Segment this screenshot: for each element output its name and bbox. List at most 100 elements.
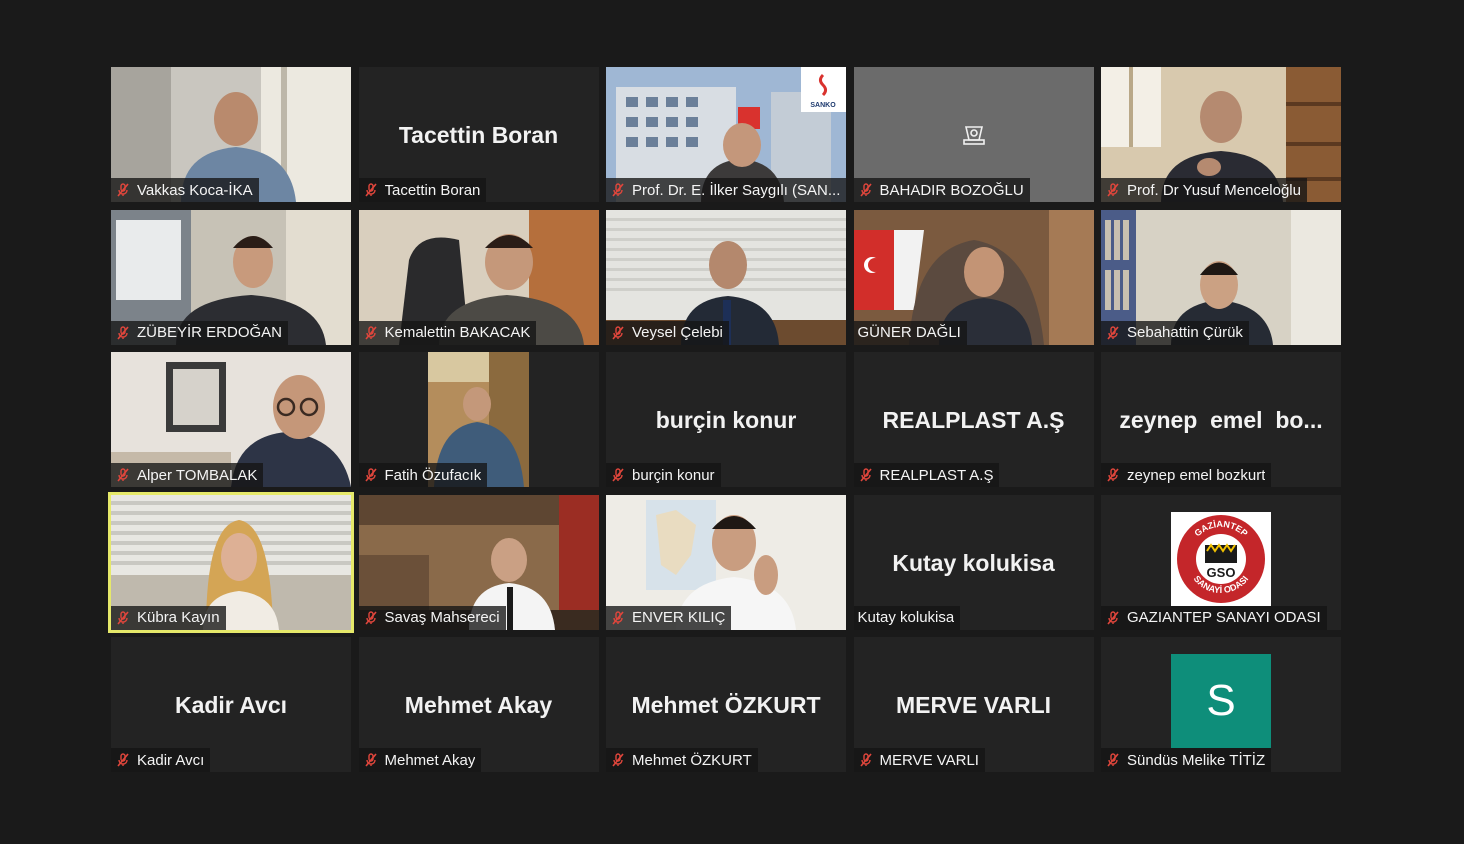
avatar: S — [1171, 654, 1271, 748]
participant-big-name: zeynep emel bo... — [1119, 407, 1323, 433]
participant-tile[interactable]: Veysel Çelebi — [606, 209, 846, 345]
mic-muted-icon — [1107, 610, 1119, 625]
gallery-view: Vakkas Koca-İKA Tacettin Boran Tacettin … — [108, 67, 1341, 772]
name-label: Mehmet Akay — [358, 748, 482, 772]
mic-muted-icon — [859, 183, 872, 197]
mic-muted-icon — [612, 325, 624, 340]
mic-muted-icon — [364, 468, 377, 482]
name-label: Kutay kolukisa — [853, 605, 961, 630]
participant-name: Prof. Dr Yusuf Menceloğlu — [1127, 181, 1301, 199]
participant-tile[interactable]: ZÜBEYİR ERDOĞAN — [111, 209, 351, 345]
participant-name: GAZIANTEP SANAYI ODASI — [1127, 609, 1321, 626]
mic-muted-icon — [1107, 183, 1119, 197]
mic-muted-icon — [117, 610, 129, 625]
mic-muted-icon — [859, 468, 872, 482]
name-label: ENVER KILIÇ — [606, 605, 732, 630]
name-label: Alper TOMBALAK — [111, 463, 264, 487]
name-label: GÜNER DAĞLI — [853, 320, 967, 345]
participant-tile[interactable]: Savaş Mahsereci — [358, 494, 599, 630]
name-label: Kadir Avcı — [111, 748, 211, 772]
participant-tile[interactable]: BAHADIR BOZOĞLU — [853, 67, 1094, 202]
participant-tile[interactable]: S Sündüs Melike TİTİZ — [1101, 637, 1341, 772]
participant-name: ENVER KILIÇ — [632, 609, 726, 626]
participant-tile[interactable]: Kutay kolukisa Kutay kolukisa — [853, 494, 1094, 630]
participant-tile[interactable]: SANKO Prof. Dr. E. İlker Saygılı (SAN... — [606, 67, 846, 202]
name-label: Prof. Dr. E. İlker Saygılı (SAN... — [606, 178, 846, 202]
mic-muted-icon — [1107, 753, 1119, 767]
participant-tile[interactable]: Kadir Avcı Kadir Avcı — [111, 637, 351, 772]
participant-tile[interactable]: Tacettin Boran Tacettin Boran — [358, 67, 599, 202]
participant-name: Sebahattin Çürük — [1127, 324, 1243, 341]
name-label: ZÜBEYİR ERDOĞAN — [111, 320, 289, 345]
participant-tile[interactable]: REALPLAST A.Ş REALPLAST A.Ş — [853, 352, 1094, 487]
name-label: Sündüs Melike TİTİZ — [1101, 748, 1272, 772]
participant-name: REALPLAST A.Ş — [879, 466, 994, 484]
participant-name: Veysel Çelebi — [632, 324, 723, 341]
participant-big-name: burçin konur — [655, 407, 797, 433]
participant-big-name: Tacettin Boran — [398, 122, 559, 148]
participant-tile[interactable]: Vakkas Koca-İKA — [111, 67, 351, 202]
participant-name: Fatih Özufacık — [384, 466, 482, 484]
mic-muted-icon — [612, 183, 624, 197]
participant-big-name: Mehmet Akay — [404, 692, 553, 718]
name-label: Savaş Mahsereci — [358, 605, 506, 630]
participant-tile[interactable]: ENVER KILIÇ — [606, 494, 846, 630]
participant-name: BAHADIR BOZOĞLU — [879, 181, 1024, 199]
participant-tile[interactable]: GAZİANTEP SANAYİ ODASI GSO GAZIANTEP SAN… — [1101, 494, 1341, 630]
mic-muted-icon — [117, 325, 129, 340]
participant-tile[interactable]: MERVE VARLI MERVE VARLI — [853, 637, 1094, 772]
name-label: Kemalettin BAKACAK — [358, 320, 537, 345]
participant-name: Kübra Kayın — [137, 609, 220, 626]
svg-text:GSO: GSO — [1207, 565, 1236, 580]
participant-tile[interactable]: Fatih Özufacık — [358, 352, 599, 487]
participant-name: zeynep emel bozkurt — [1127, 466, 1266, 484]
name-label: Veysel Çelebi — [606, 320, 729, 345]
name-label: burçin konur — [606, 463, 721, 487]
participant-name: MERVE VARLI — [879, 751, 979, 769]
mic-muted-icon — [364, 325, 377, 340]
participant-big-name: Kadir Avcı — [174, 692, 288, 718]
name-label: Vakkas Koca-İKA — [111, 178, 259, 202]
mic-muted-icon — [364, 753, 377, 767]
participant-tile[interactable]: zeynep emel bo... zeynep emel bozkurt — [1101, 352, 1341, 487]
name-label: Tacettin Boran — [358, 178, 487, 202]
participant-tile-active-speaker[interactable]: Kübra Kayın — [108, 491, 354, 633]
participant-name: GÜNER DAĞLI — [857, 324, 961, 341]
participant-big-name: MERVE VARLI — [895, 692, 1052, 718]
participant-big-name: Mehmet ÖZKURT — [631, 692, 821, 718]
mic-muted-icon — [117, 183, 129, 197]
name-label: GAZIANTEP SANAYI ODASI — [1101, 605, 1327, 630]
participant-big-name: REALPLAST A.Ş — [882, 407, 1065, 433]
participant-tile[interactable]: burçin konur burçin konur — [606, 352, 846, 487]
participant-tile[interactable]: Prof. Dr Yusuf Menceloğlu — [1101, 67, 1341, 202]
participant-name: Sündüs Melike TİTİZ — [1127, 751, 1266, 769]
participant-big-name: Kutay kolukisa — [892, 549, 1055, 576]
name-label: REALPLAST A.Ş — [853, 463, 1000, 487]
name-label: MERVE VARLI — [853, 748, 985, 772]
participant-tile[interactable]: Mehmet Akay Mehmet Akay — [358, 637, 599, 772]
participant-tile[interactable]: Kemalettin BAKACAK — [358, 209, 599, 345]
participant-name: ZÜBEYİR ERDOĞAN — [137, 324, 283, 341]
sanko-logo-text: SANKO — [810, 102, 836, 109]
participant-tile[interactable]: Alper TOMBALAK — [111, 352, 351, 487]
name-label: Prof. Dr Yusuf Menceloğlu — [1101, 178, 1307, 202]
mic-muted-icon — [612, 610, 624, 625]
camera-off-icon — [962, 126, 985, 145]
mic-muted-icon — [1107, 325, 1119, 340]
participant-tile[interactable]: Mehmet ÖZKURT Mehmet ÖZKURT — [606, 637, 846, 772]
name-label: Kübra Kayın — [111, 605, 226, 630]
participant-name: Mehmet ÖZKURT — [632, 751, 752, 769]
mic-muted-icon — [859, 753, 872, 767]
participant-name: Tacettin Boran — [384, 181, 481, 199]
participant-name: Alper TOMBALAK — [137, 466, 258, 484]
participant-name: burçin konur — [632, 466, 715, 484]
participant-name: Prof. Dr. E. İlker Saygılı (SAN... — [632, 181, 841, 199]
name-label: Fatih Özufacık — [358, 463, 488, 487]
participant-name: Mehmet Akay — [384, 751, 476, 769]
name-label: BAHADIR BOZOĞLU — [853, 178, 1030, 202]
participant-tile[interactable]: Sebahattin Çürük — [1101, 209, 1341, 345]
participant-name: Kutay kolukisa — [857, 609, 955, 626]
participant-name: Kadir Avcı — [137, 751, 205, 769]
mic-muted-icon — [612, 468, 624, 482]
participant-tile[interactable]: GÜNER DAĞLI — [853, 209, 1094, 345]
